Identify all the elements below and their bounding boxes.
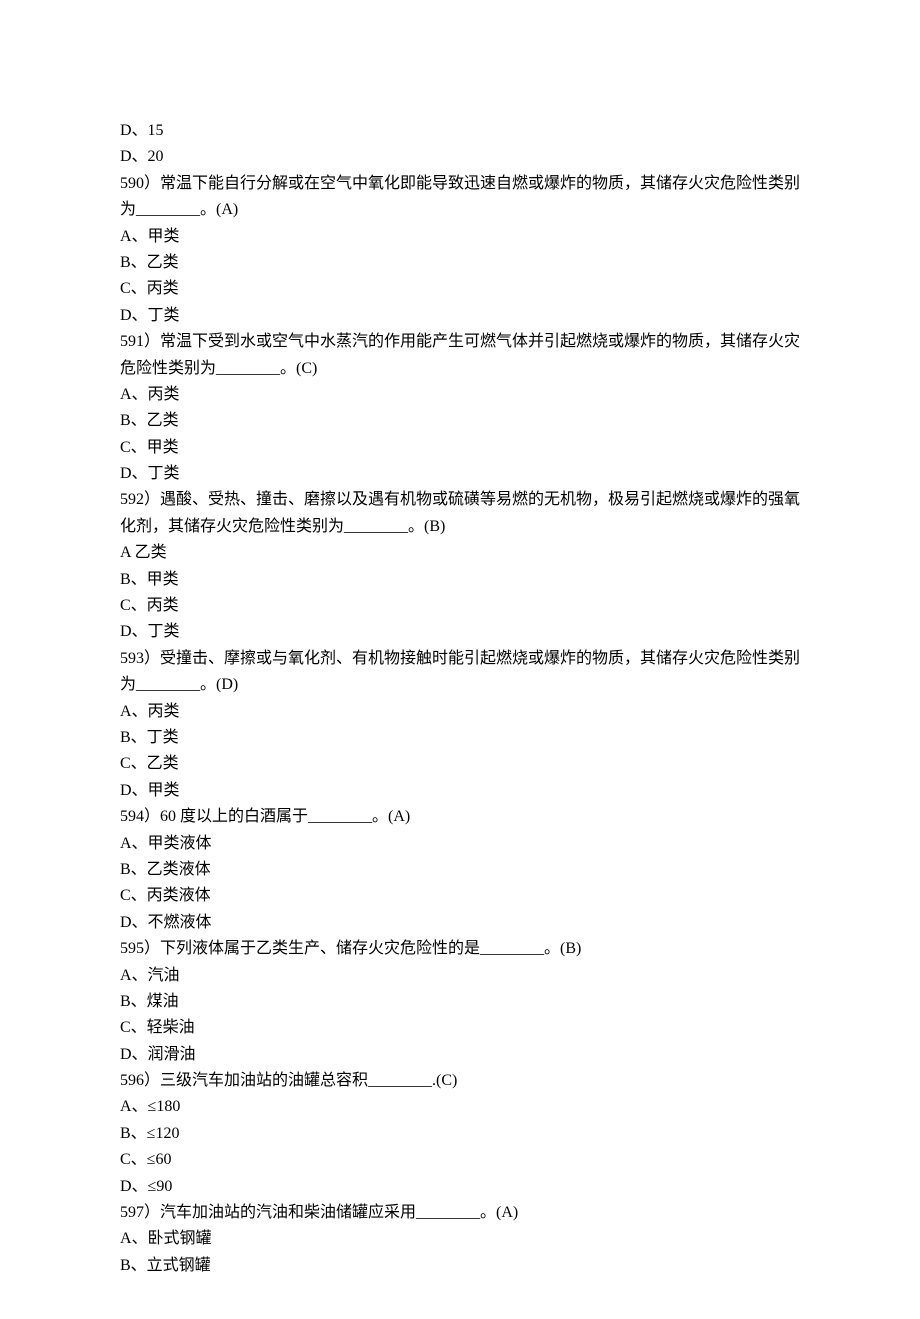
text-line: A、丙类 bbox=[120, 699, 800, 725]
text-line: B、立式钢罐 bbox=[120, 1253, 800, 1279]
text-line: C、≤60 bbox=[120, 1147, 800, 1173]
text-line: 593）受撞击、摩擦或与氧化剂、有机物接触时能引起燃烧或爆炸的物质，其储存火灾危… bbox=[120, 646, 800, 699]
text-line: B、≤120 bbox=[120, 1121, 800, 1147]
text-line: D、≤90 bbox=[120, 1174, 800, 1200]
text-line: B、乙类 bbox=[120, 408, 800, 434]
text-line: C、丙类液体 bbox=[120, 883, 800, 909]
text-line: B、甲类 bbox=[120, 567, 800, 593]
text-line: 597）汽车加油站的汽油和柴油储罐应采用________。(A) bbox=[120, 1200, 800, 1226]
text-line: C、丙类 bbox=[120, 276, 800, 302]
text-line: C、甲类 bbox=[120, 435, 800, 461]
text-line: C、轻柴油 bbox=[120, 1015, 800, 1041]
text-line: A、汽油 bbox=[120, 963, 800, 989]
text-line: 590）常温下能自行分解或在空气中氧化即能导致迅速自燃或爆炸的物质，其储存火灾危… bbox=[120, 171, 800, 224]
text-line: A、丙类 bbox=[120, 382, 800, 408]
text-line: B、丁类 bbox=[120, 725, 800, 751]
text-line: A、卧式钢罐 bbox=[120, 1226, 800, 1252]
text-line: D、甲类 bbox=[120, 778, 800, 804]
text-line: C、乙类 bbox=[120, 751, 800, 777]
text-line: A、甲类 bbox=[120, 224, 800, 250]
text-line: A 乙类 bbox=[120, 540, 800, 566]
text-line: 591）常温下受到水或空气中水蒸汽的作用能产生可燃气体并引起燃烧或爆炸的物质，其… bbox=[120, 329, 800, 382]
text-line: C、丙类 bbox=[120, 593, 800, 619]
text-line: 592）遇酸、受热、撞击、磨擦以及遇有机物或硫磺等易燃的无机物，极易引起燃烧或爆… bbox=[120, 487, 800, 540]
text-line: 595）下列液体属于乙类生产、储存火灾危险性的是________。(B) bbox=[120, 936, 800, 962]
text-line: A、≤180 bbox=[120, 1094, 800, 1120]
text-line: 594）60 度以上的白酒属于________。(A) bbox=[120, 804, 800, 830]
text-line: A、甲类液体 bbox=[120, 831, 800, 857]
text-line: D、丁类 bbox=[120, 461, 800, 487]
text-line: B、乙类 bbox=[120, 250, 800, 276]
text-line: D、丁类 bbox=[120, 619, 800, 645]
document-content: D、15D、20590）常温下能自行分解或在空气中氧化即能导致迅速自燃或爆炸的物… bbox=[120, 118, 800, 1279]
text-line: D、丁类 bbox=[120, 303, 800, 329]
text-line: D、不燃液体 bbox=[120, 910, 800, 936]
text-line: D、20 bbox=[120, 144, 800, 170]
text-line: B、乙类液体 bbox=[120, 857, 800, 883]
text-line: B、煤油 bbox=[120, 989, 800, 1015]
text-line: D、润滑油 bbox=[120, 1042, 800, 1068]
text-line: 596）三级汽车加油站的油罐总容积________.(C) bbox=[120, 1068, 800, 1094]
text-line: D、15 bbox=[120, 118, 800, 144]
